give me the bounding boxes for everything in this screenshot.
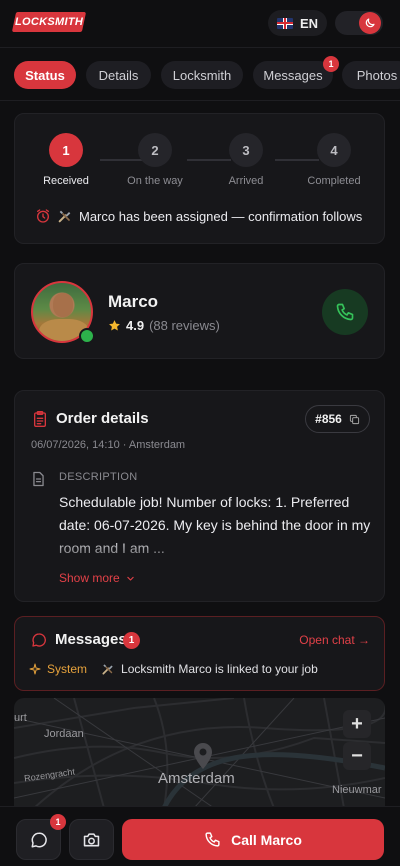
assignment-status: Marco has been assigned — confirmation f… <box>35 208 362 224</box>
map-label: Jordaan <box>44 728 84 740</box>
order-details-card: Order details #856 06/07/2026, 14:10 · A… <box>14 390 385 602</box>
map[interactable]: urt Jordaan Rozengracht Amsterdam Nieuwm… <box>14 698 385 808</box>
order-meta: 06/07/2026, 14:10 · Amsterdam <box>31 439 186 451</box>
theme-toggle[interactable] <box>335 11 383 35</box>
chat-bubble-icon <box>31 831 47 847</box>
tab-details[interactable]: Details <box>86 61 151 89</box>
step-received: 1 Received <box>26 133 106 187</box>
rating: 4.9 (88 reviews) <box>108 318 220 333</box>
step-arrived: 3 Arrived <box>206 133 286 187</box>
tab-locksmith[interactable]: Locksmith <box>161 61 243 89</box>
tools-icon <box>58 210 71 223</box>
document-icon <box>33 471 44 487</box>
chat-button[interactable]: 1 <box>16 814 66 860</box>
order-details-title: Order details <box>56 410 149 427</box>
language-label: EN <box>300 15 319 31</box>
logo[interactable]: LOCKSMITH <box>11 12 87 32</box>
call-locksmith-button[interactable] <box>322 289 368 335</box>
zoom-in-button[interactable]: + <box>343 710 371 738</box>
step-number: 3 <box>229 133 263 167</box>
tab-label: Messages <box>263 67 323 83</box>
step-completed: 4 Completed <box>294 133 374 187</box>
step-label: Received <box>43 175 89 187</box>
chat-badge: 1 <box>50 814 66 830</box>
tab-messages[interactable]: Messages 1 <box>253 56 339 89</box>
message-sender: System <box>47 662 88 676</box>
tab-status[interactable]: Status <box>14 61 76 89</box>
online-indicator <box>79 328 95 344</box>
order-id-chip[interactable]: #856 <box>305 405 370 433</box>
message-text: Locksmith Marco is linked to your job <box>121 662 318 676</box>
step-number: 4 <box>317 133 351 167</box>
show-more-label: Show more <box>59 571 120 585</box>
moon-icon <box>359 12 381 34</box>
locksmith-card: Marco 4.9 (88 reviews) <box>14 263 385 359</box>
star-icon <box>109 320 120 331</box>
clock-icon <box>37 209 49 223</box>
zoom-out-button[interactable]: − <box>343 742 371 770</box>
tab-label: Details <box>98 67 139 83</box>
tools-icon <box>102 664 113 675</box>
call-button[interactable]: Call Marco <box>122 819 384 860</box>
messages-card: Messages 1 Open chat → System Locksmith … <box>14 616 385 691</box>
phone-icon <box>336 303 354 321</box>
rating-value: 4.9 <box>126 318 145 333</box>
tab-label: Photos <box>356 67 398 83</box>
locksmith-name: Marco <box>108 292 159 311</box>
map-label: Nieuwmar <box>332 784 382 796</box>
chat-bubble-icon <box>32 633 46 647</box>
map-label: Amsterdam <box>158 770 235 787</box>
clipboard-icon <box>34 411 46 427</box>
open-chat-link[interactable]: Open chat → <box>299 633 370 647</box>
messages-title: Messages <box>55 631 127 648</box>
progress-card: 1 Received 2 On the way 3 Arrived 4 Comp… <box>14 113 385 244</box>
chevron-down-icon <box>127 576 134 581</box>
map-pin-icon <box>194 743 212 769</box>
map-label: urt <box>14 712 27 724</box>
step-number: 2 <box>138 133 172 167</box>
bottom-action-bar: 1 Call Marco <box>0 806 400 866</box>
latest-message[interactable]: System Locksmith Marco is linked to your… <box>29 662 318 676</box>
sparkle-icon <box>29 663 41 675</box>
tab-photos[interactable]: Photos <box>342 61 400 89</box>
uk-flag-icon <box>277 17 293 29</box>
messages-badge: 1 <box>123 632 140 649</box>
camera-button[interactable] <box>69 819 114 860</box>
app-header: LOCKSMITH EN <box>0 0 400 48</box>
review-count: (88 reviews) <box>149 318 220 333</box>
camera-icon <box>83 833 100 847</box>
show-more-link[interactable]: Show more <box>59 571 135 585</box>
step-label: On the way <box>127 175 183 187</box>
step-number: 1 <box>49 133 83 167</box>
call-button-label: Call Marco <box>231 831 302 848</box>
step-on-the-way: 2 On the way <box>115 133 195 187</box>
step-label: Completed <box>307 175 361 187</box>
tab-bar: Status Details Locksmith Messages 1 Phot… <box>0 49 400 101</box>
phone-icon <box>205 832 220 847</box>
logo-text: LOCKSMITH <box>14 16 84 28</box>
language-selector[interactable]: EN <box>268 10 327 36</box>
copy-icon <box>349 414 359 424</box>
description-label: DESCRIPTION <box>59 471 138 483</box>
order-id: #856 <box>315 412 342 426</box>
step-label: Arrived <box>228 175 264 187</box>
tab-label: Status <box>25 67 65 83</box>
messages-tab-badge: 1 <box>323 56 339 72</box>
assignment-text: Marco has been assigned — confirmation f… <box>79 208 363 224</box>
tab-label: Locksmith <box>172 67 232 83</box>
